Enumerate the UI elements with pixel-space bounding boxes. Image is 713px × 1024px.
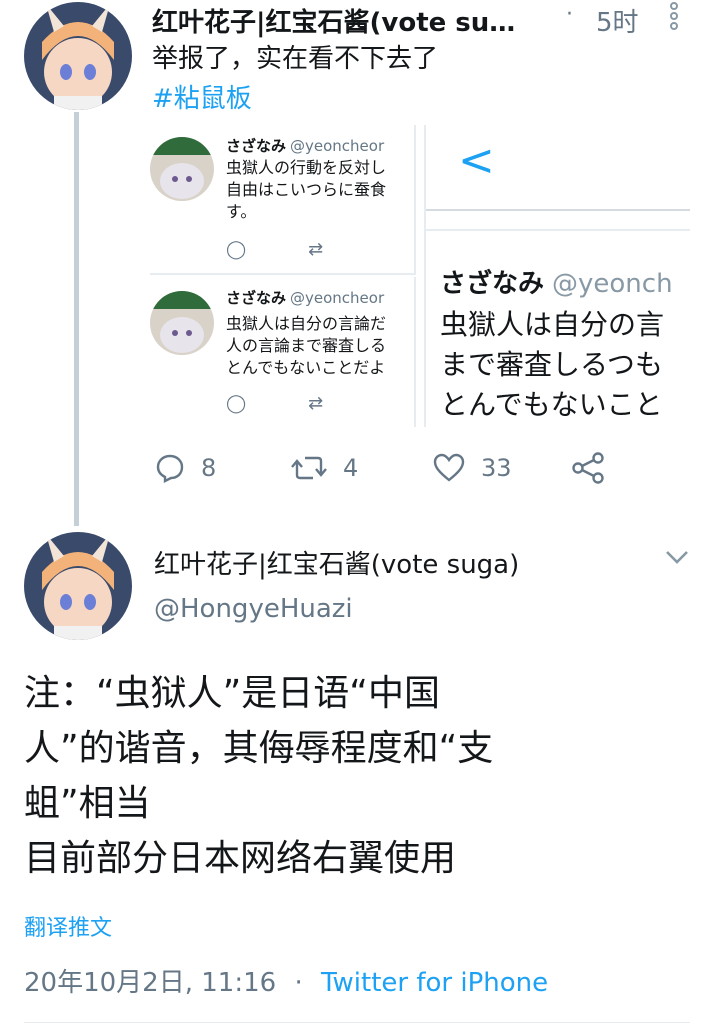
quoted-text: 虫獄人は自分の言論だ 人の言論まで審査しる とんでもないことだよ bbox=[226, 314, 387, 377]
hashtag-link[interactable]: #粘鼠板 bbox=[152, 78, 252, 115]
tweet-meta: 20年10月2日, 11:16 · Twitter for iPhone bbox=[24, 962, 548, 999]
media-image-1[interactable]: さざなみ @yeoncheor 虫獄人の行動を反対し 自由はこいつらに蚕食 す。 … bbox=[150, 125, 416, 275]
source-link[interactable]: Twitter for iPhone bbox=[321, 968, 548, 998]
retweet-button[interactable]: 4 bbox=[291, 448, 358, 488]
chevron-down-icon[interactable] bbox=[664, 548, 690, 570]
mini-avatar bbox=[150, 137, 214, 201]
reply-icon: ◯ bbox=[226, 393, 247, 414]
reply-icon: ◯ bbox=[226, 239, 247, 260]
divider bbox=[24, 1022, 690, 1023]
like-button[interactable]: 33 bbox=[433, 448, 512, 488]
media-grid[interactable]: さざなみ @yeoncheor 虫獄人の行動を反対し 自由はこいつらに蚕食 す。 … bbox=[150, 125, 690, 427]
retweet-count: 4 bbox=[343, 454, 359, 482]
quoted-name: さざなみ bbox=[440, 269, 545, 299]
like-icon bbox=[433, 453, 465, 482]
user-handle[interactable]: @HongyeHuazi bbox=[154, 594, 353, 624]
tweet-time[interactable]: 5时 bbox=[596, 2, 639, 39]
thread-line bbox=[74, 112, 79, 526]
reply-count: 8 bbox=[201, 454, 217, 482]
media-image-2[interactable]: さざなみ @yeoncheor 虫獄人は自分の言論だ 人の言論まで審査しる とんで… bbox=[150, 277, 416, 427]
quoted-name: さざなみ bbox=[226, 289, 287, 307]
like-count: 33 bbox=[481, 454, 512, 482]
quoted-handle: @yeoncheor bbox=[290, 137, 385, 155]
quoted-name: さざなみ bbox=[226, 137, 287, 155]
quoted-text: 虫獄人は自分の言 まで審査しるつも とんでもないこと bbox=[440, 308, 665, 421]
share-icon bbox=[572, 452, 604, 484]
mini-avatar bbox=[150, 291, 214, 355]
retweet-icon bbox=[291, 456, 327, 480]
tweet-text: 举报了，实在看不下去了 bbox=[152, 44, 439, 74]
quoted-text: 虫獄人の行動を反対し 自由はこいつらに蚕食 す。 bbox=[226, 158, 387, 221]
avatar[interactable] bbox=[24, 532, 132, 640]
reply-icon bbox=[156, 454, 184, 483]
translate-link[interactable]: 翻译推文 bbox=[24, 910, 112, 942]
ios-nav-bar: < bbox=[426, 125, 690, 211]
quoted-handle: @yeoncheor bbox=[290, 289, 385, 307]
display-name[interactable]: 红叶花子|红宝石酱(vote suga) bbox=[154, 544, 519, 581]
share-button[interactable] bbox=[571, 448, 621, 488]
media-image-3[interactable]: < さざなみ @yeonch 虫獄人は自分の言 まで審査しるつも とんでもないこと bbox=[424, 125, 690, 427]
back-chevron-icon: < bbox=[458, 135, 495, 186]
display-name[interactable]: 红叶花子|红宝石酱(vote su… bbox=[152, 2, 552, 39]
tweet-body: 注：“虫狱人”是日语“中国 人”的谐音，其侮辱程度和“支 蛆”相当 目前部分日本… bbox=[24, 673, 494, 879]
separator-dot: · bbox=[294, 968, 303, 998]
quoted-card: さざなみ @yeonch 虫獄人は自分の言 まで審査しるつも とんでもないこと bbox=[426, 229, 690, 427]
retweet-icon: ⇄ bbox=[308, 393, 324, 414]
retweet-icon: ⇄ bbox=[308, 239, 324, 260]
reply-button[interactable]: 8 bbox=[155, 448, 216, 488]
timestamp[interactable]: 20年10月2日, 11:16 bbox=[24, 968, 276, 998]
quoted-handle: @yeonch bbox=[552, 269, 673, 299]
more-vertical-icon[interactable] bbox=[666, 2, 682, 32]
separator-dot: · bbox=[566, 2, 573, 27]
avatar[interactable] bbox=[24, 2, 132, 110]
